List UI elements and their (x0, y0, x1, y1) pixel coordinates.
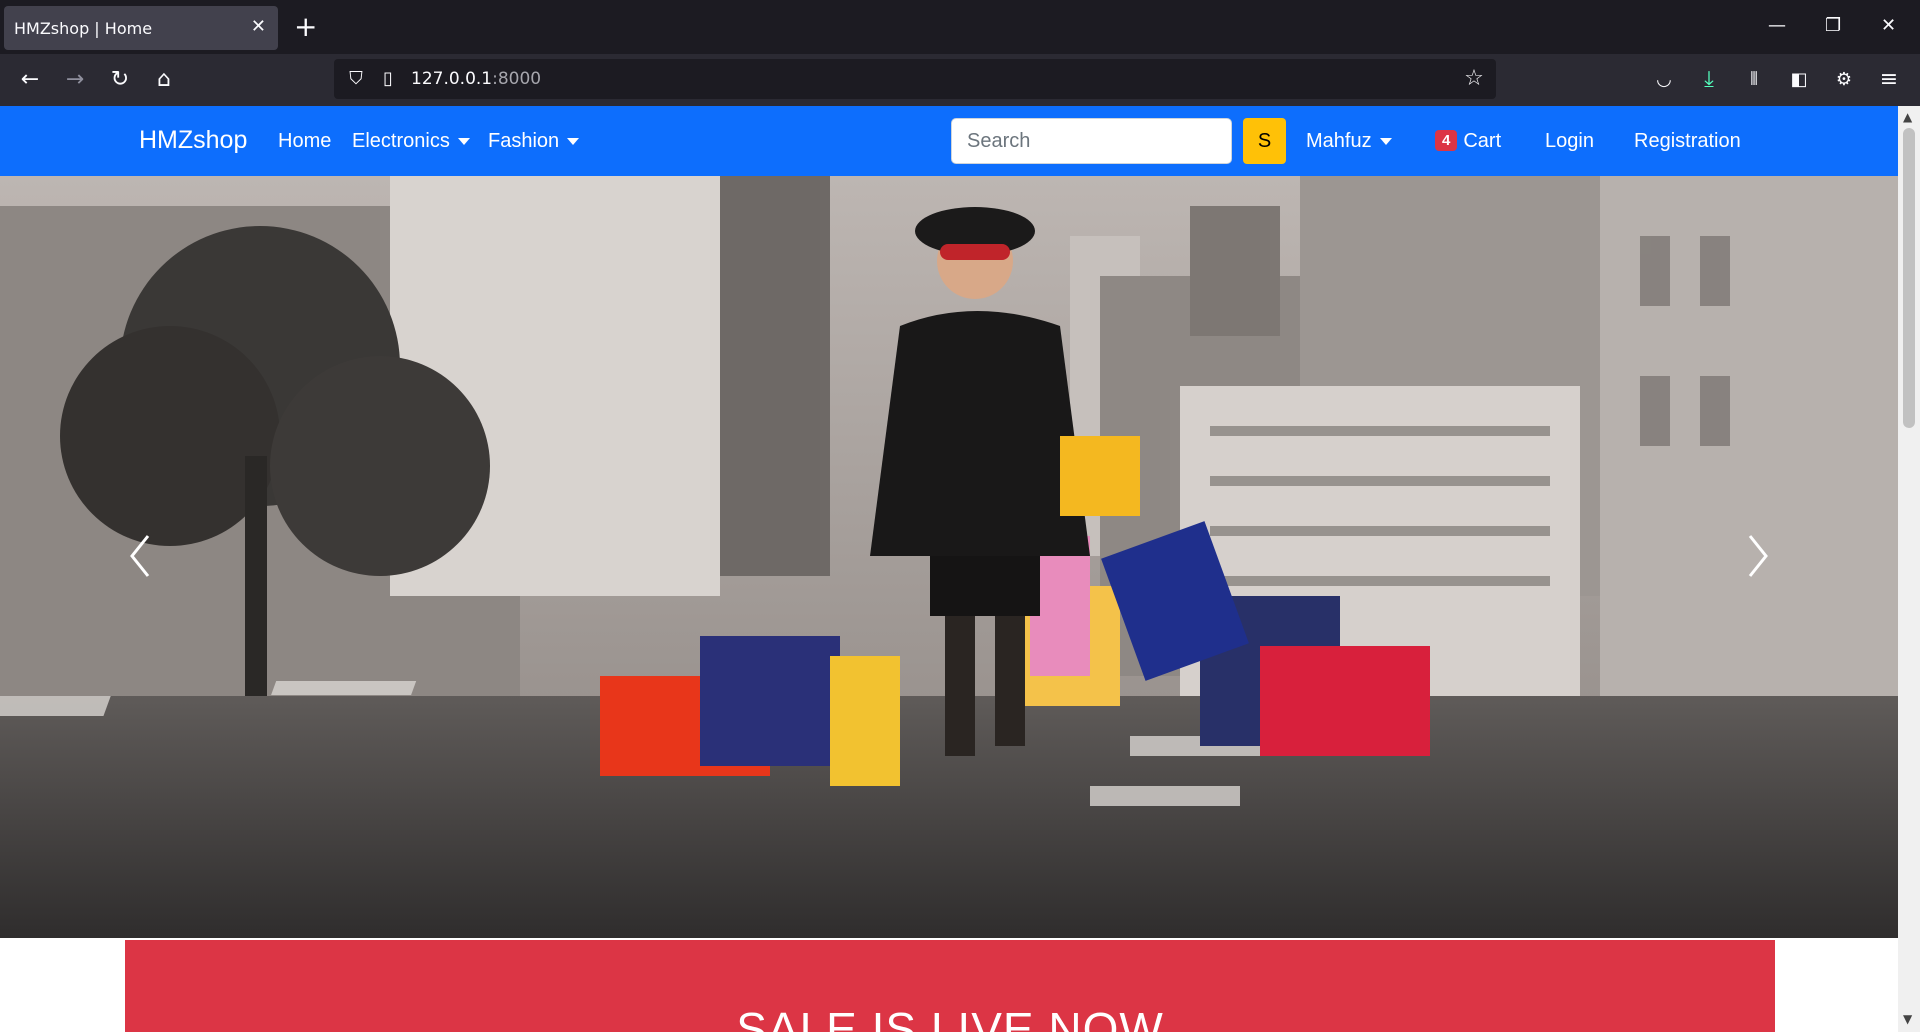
carousel-next-icon[interactable] (1738, 526, 1778, 586)
menu-icon[interactable]: ≡ (1877, 68, 1901, 92)
download-icon[interactable]: ⤓ (1697, 68, 1721, 92)
scroll-down-icon[interactable]: ▼ (1903, 1012, 1912, 1026)
site-navbar: HMZshop Home Electronics Fashion S Mahfu… (0, 106, 1898, 176)
scrollbar-thumb[interactable] (1903, 128, 1915, 428)
nav-fashion-label: Fashion (488, 130, 560, 152)
nav-cart-label: Cart (1463, 130, 1502, 152)
url-text[interactable]: 127.0.0.1:8000 (411, 69, 541, 89)
search-button[interactable]: S (1243, 118, 1286, 164)
nav-home[interactable]: Home (278, 130, 331, 153)
caret-down-icon (457, 138, 470, 146)
nav-fashion-dropdown[interactable]: Fashion (488, 130, 580, 153)
brand-logo[interactable]: HMZshop (139, 126, 247, 155)
caret-down-icon (1379, 138, 1392, 146)
nav-user-label: Mahfuz (1306, 130, 1372, 152)
pocket-icon[interactable]: ◡ (1652, 68, 1676, 92)
browser-tab[interactable]: HMZshop | Home ✕ (4, 6, 278, 50)
bookmark-star-icon[interactable]: ☆ (1462, 67, 1486, 91)
page-scrollbar[interactable]: ▲ ▼ (1898, 106, 1920, 1032)
sale-banner-text: SALE IS LIVE NOW (736, 1003, 1164, 1032)
tab-title: HMZshop | Home (14, 18, 153, 38)
nav-electronics-label: Electronics (352, 130, 450, 152)
shield-icon[interactable]: ⛉ (344, 67, 368, 91)
nav-registration[interactable]: Registration (1634, 130, 1741, 153)
cart-count-badge: 4 (1435, 130, 1458, 151)
caret-down-icon (567, 138, 580, 146)
nav-login[interactable]: Login (1545, 130, 1594, 153)
scroll-up-icon[interactable]: ▲ (1903, 110, 1912, 124)
close-tab-icon[interactable]: ✕ (251, 17, 266, 37)
page-icon: ▯ (383, 68, 393, 89)
sale-banner: SALE IS LIVE NOW (125, 940, 1775, 1032)
forward-icon[interactable]: → (63, 68, 87, 92)
hero-image (0, 176, 1898, 938)
url-bar[interactable]: ⛉ ▯ 127.0.0.1:8000 ☆ (334, 59, 1496, 99)
back-icon[interactable]: ← (18, 68, 42, 92)
nav-electronics-dropdown[interactable]: Electronics (352, 130, 470, 153)
close-window-icon[interactable]: ✕ (1881, 12, 1896, 40)
new-tab-icon[interactable]: + (294, 12, 317, 42)
restore-icon[interactable]: ❐ (1825, 12, 1841, 40)
browser-tab-bar: HMZshop | Home ✕ + — ❐ ✕ (0, 0, 1920, 54)
nav-cart[interactable]: 4 Cart (1435, 130, 1501, 153)
reload-icon[interactable]: ↻ (108, 68, 132, 92)
sidebar-icon[interactable]: ◧ (1787, 68, 1811, 92)
url-host: 127.0.0.1 (411, 69, 493, 89)
browser-toolbar: ← → ↻ ⌂ ⛉ ▯ 127.0.0.1:8000 ☆ ◡ ⤓ ⫴ ◧ ⚙ ≡ (0, 54, 1920, 106)
nav-user-dropdown[interactable]: Mahfuz (1306, 130, 1392, 153)
extensions-icon[interactable]: ⚙ (1832, 68, 1856, 92)
url-port: :8000 (492, 69, 542, 89)
minimize-icon[interactable]: — (1768, 12, 1786, 40)
carousel-prev-icon[interactable] (120, 526, 160, 586)
library-icon[interactable]: ⫴ (1742, 68, 1766, 92)
home-icon[interactable]: ⌂ (152, 68, 176, 92)
search-input[interactable] (951, 118, 1232, 164)
hero-carousel (0, 176, 1898, 938)
